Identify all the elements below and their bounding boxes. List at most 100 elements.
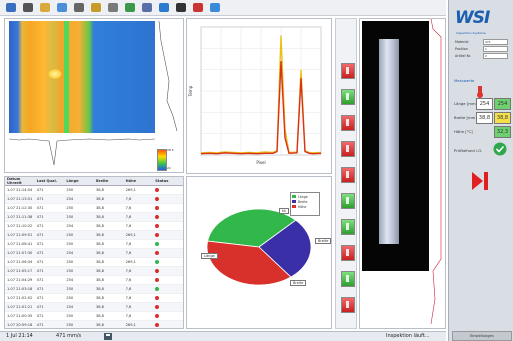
status-indicator-green[interactable] xyxy=(341,219,355,235)
table-row[interactable]: 1.07 21:14:54 471 250 38,8 269,1 xyxy=(5,185,183,195)
chart-icon[interactable] xyxy=(125,3,135,12)
length-value: 254 xyxy=(476,98,493,110)
user-icon[interactable] xyxy=(142,3,152,12)
table-header-row: Datum Uhrzeit Last Qual. Länge Breite Höhe St… xyxy=(5,177,183,186)
column-header[interactable]: Last Qual. xyxy=(34,177,65,186)
status-indicator-red[interactable] xyxy=(341,245,355,261)
table-row[interactable]: 1.07 21:04:29 471 254 38,8 7,6 xyxy=(5,275,183,285)
table-cell: 1.07 21:01:21 xyxy=(5,302,35,312)
table-cell: 38,8 xyxy=(93,194,124,204)
globe-icon[interactable] xyxy=(57,3,67,12)
status-indicator-green[interactable] xyxy=(341,89,355,105)
table-cell: 38,8 xyxy=(93,257,124,267)
table-row[interactable]: 1.07 21:07:30 471 254 38,8 7,6 xyxy=(5,248,183,258)
legend-text: Höhe xyxy=(298,204,307,209)
table-cell: 254 xyxy=(64,275,94,285)
info-value-position: 1 xyxy=(483,46,508,52)
start-stop-button[interactable] xyxy=(470,170,490,192)
export-icon[interactable] xyxy=(91,3,101,12)
thermal-profile-plot xyxy=(9,138,155,166)
status-indicator-red[interactable] xyxy=(341,63,355,79)
table-row[interactable]: 1.07 21:02:02 471 250 38,8 7,6 xyxy=(5,293,183,303)
table-row[interactable]: 1.07 21:08:41 471 250 38,8 7,6 xyxy=(5,239,183,249)
table-row[interactable]: 1.07 21:05:17 471 250 38,8 7,6 xyxy=(5,266,183,276)
status-indicator-red[interactable] xyxy=(341,167,355,183)
tools-icon[interactable] xyxy=(108,3,118,12)
table-cell: 7,6 xyxy=(123,311,154,321)
legend-swatch xyxy=(292,200,296,203)
width-ref: 38,8 xyxy=(494,112,511,124)
distribution-pie-panel: Länge Breite Höhe kk Breite Länge Breite xyxy=(186,176,332,329)
legend-text: Länge xyxy=(298,194,308,199)
status-indicator-red[interactable] xyxy=(341,141,355,157)
column-header[interactable]: Datum Uhrzeit xyxy=(5,177,35,186)
status-dot xyxy=(155,232,160,237)
table-row[interactable]: 1.07 21:01:21 471 254 38,8 7,6 xyxy=(5,302,183,312)
color-icon[interactable] xyxy=(193,3,203,12)
refresh-icon[interactable] xyxy=(210,3,220,12)
table-cell: 7,6 xyxy=(123,203,154,213)
table-cell: 1.07 21:08:41 xyxy=(5,239,35,249)
table-row[interactable]: 1.07 21:12:30 471 250 38,8 7,6 xyxy=(5,203,183,213)
status-dot xyxy=(155,250,160,255)
column-header[interactable]: Status xyxy=(153,177,183,186)
status-cell xyxy=(153,293,183,303)
result-label: Prüfbefund i.O. xyxy=(454,148,483,153)
table-body: 1.07 21:14:54 471 250 38,8 269,1 1.07 21:13:5… xyxy=(5,185,183,328)
table-row[interactable]: 1.07 21:13:51 471 254 38,8 7,6 xyxy=(5,194,183,204)
status-cell xyxy=(153,212,183,222)
table-cell: 38,8 xyxy=(93,284,124,294)
status-cell xyxy=(153,248,183,258)
status-indicator-green[interactable] xyxy=(341,193,355,209)
status-cell xyxy=(153,194,183,204)
table-cell: 250 xyxy=(64,311,94,321)
table-row[interactable]: 1.07 21:10:22 471 254 38,8 7,6 xyxy=(5,221,183,231)
table-cell: 250 xyxy=(64,257,94,267)
status-dot xyxy=(155,322,160,327)
table-cell: 471 xyxy=(34,248,65,258)
temperature-line-chart: Pixel Temp xyxy=(188,26,322,165)
status-indicator-green[interactable] xyxy=(341,271,355,287)
logo-subtitle: Inspektion-Systeme xyxy=(456,31,486,35)
pie-label-top: kk xyxy=(279,208,290,214)
thermal-image-panel: 28.5 22 xyxy=(4,18,184,173)
status-cell xyxy=(153,257,183,267)
status-indicator-red[interactable] xyxy=(341,115,355,131)
table-cell: 38,8 xyxy=(93,293,124,303)
table-row[interactable]: 1.07 21:06:34 471 250 38,8 269,1 xyxy=(5,257,183,267)
table-cell: 38,8 xyxy=(93,311,124,321)
table-cell: 471 xyxy=(34,257,65,267)
status-indicator-red[interactable] xyxy=(341,297,355,313)
table-row[interactable]: 1.07 21:00:35 471 250 38,8 7,6 xyxy=(5,311,183,321)
table-row[interactable]: 1.07 21:03:18 471 250 38,8 7,6 xyxy=(5,284,183,294)
table-cell: 269,1 xyxy=(123,320,154,328)
info-label-position: Position xyxy=(455,47,468,51)
camera-profile-plot xyxy=(430,19,442,324)
camera-image xyxy=(362,21,429,271)
height-ref: 32,3 xyxy=(494,126,511,138)
settings-icon[interactable] xyxy=(176,3,186,12)
column-header[interactable]: Breite xyxy=(93,177,124,186)
table-cell: 471 xyxy=(34,221,65,231)
column-header[interactable]: Höhe xyxy=(123,177,154,186)
legend-text: Breite xyxy=(298,199,308,204)
table-row[interactable]: 1.07 20:59:18 471 250 38,8 269,1 xyxy=(5,320,183,328)
settings-button[interactable]: Einstellungen xyxy=(452,331,512,341)
column-header[interactable]: Länge xyxy=(64,177,94,186)
table-row[interactable]: 1.07 21:11:38 471 250 38,8 7,6 xyxy=(5,212,183,222)
legend-swatch xyxy=(292,195,296,198)
open-icon[interactable] xyxy=(6,3,16,12)
print-icon[interactable] xyxy=(74,3,84,12)
table-cell: 1.07 21:04:29 xyxy=(5,275,35,285)
thermal-image xyxy=(9,21,155,133)
status-cell xyxy=(153,284,183,294)
table-cell: 471 xyxy=(34,311,65,321)
folder-icon[interactable] xyxy=(40,3,50,12)
save-icon[interactable] xyxy=(104,333,112,340)
table-row[interactable]: 1.07 21:09:51 471 250 38,8 269,1 xyxy=(5,230,183,240)
table-cell: 269,1 xyxy=(123,257,154,267)
ok-check-icon xyxy=(493,142,507,156)
camera-icon[interactable] xyxy=(23,3,33,12)
help-icon[interactable] xyxy=(159,3,169,12)
table-cell: 250 xyxy=(64,266,94,276)
